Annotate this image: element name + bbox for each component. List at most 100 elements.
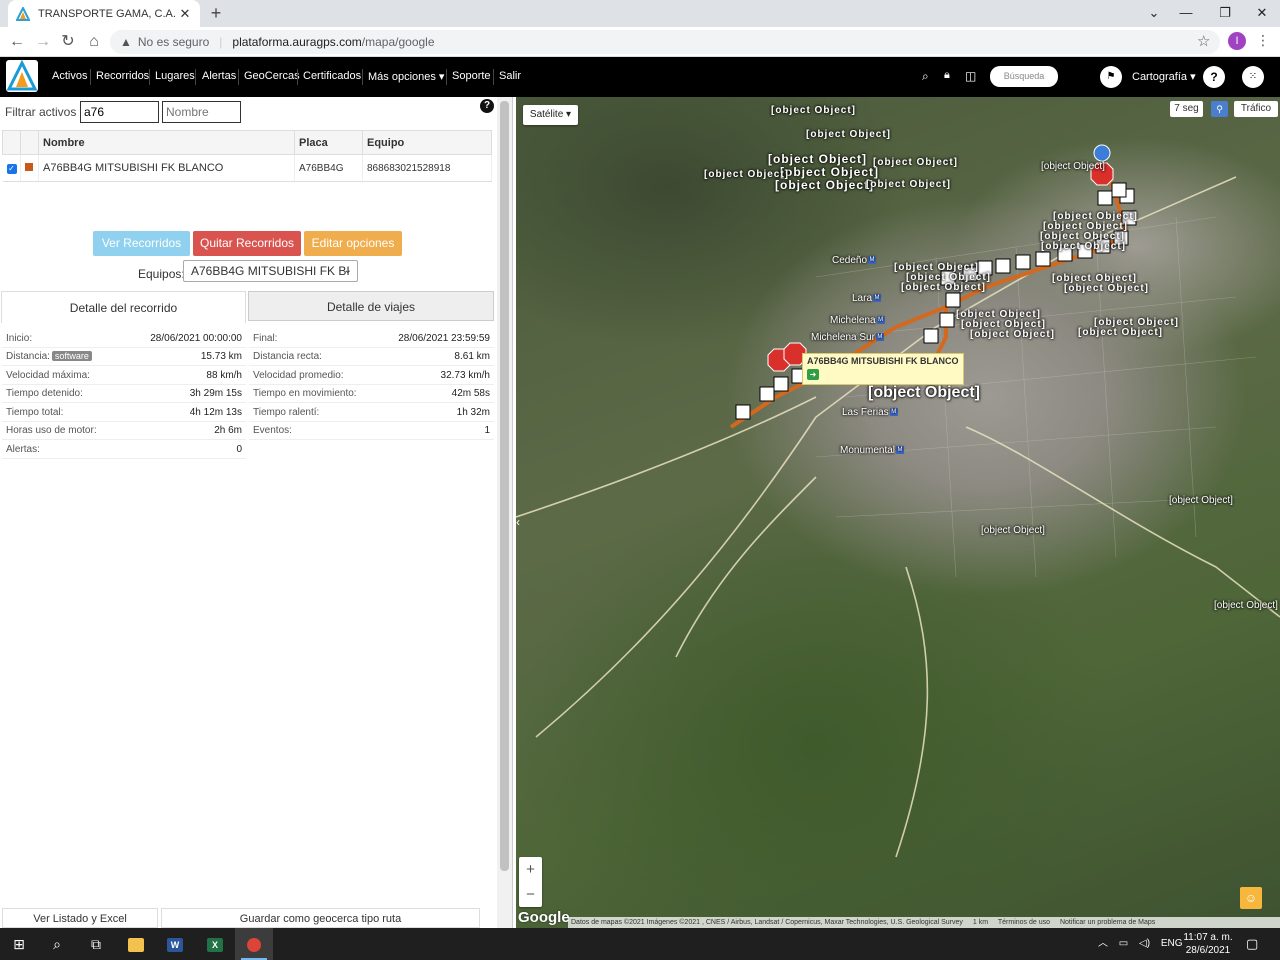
task-view-icon[interactable]: ⧉ — [77, 928, 115, 960]
metro-station: Lara M — [852, 293, 882, 304]
ver-listado-excel-button[interactable]: Ver Listado y Excel — [2, 908, 158, 928]
lock-icon[interactable]: 🔒︎ — [944, 69, 950, 82]
zoom-out-button[interactable]: − — [519, 882, 542, 907]
metro-station: Michelena M — [830, 315, 885, 326]
filter-name-input[interactable] — [162, 101, 241, 123]
guardar-geocerca-button[interactable]: Guardar como geocerca tipo ruta — [161, 908, 480, 928]
map-type-dropdown[interactable]: Satélite ▾ — [523, 105, 578, 125]
nav-lugares[interactable]: Lugares — [155, 70, 195, 82]
nav-salir[interactable]: Salir — [499, 70, 521, 82]
nav-soporte[interactable]: Soporte — [452, 70, 491, 82]
excel-icon[interactable]: X — [196, 928, 234, 960]
stat-final: Final: 28/06/2021 23:59:59 — [249, 330, 494, 348]
tab-title: TRANSPORTE GAMA, C.A. - Siste — [38, 7, 178, 20]
file-explorer-icon[interactable] — [117, 928, 155, 960]
scrollbar-thumb[interactable] — [500, 101, 509, 871]
tab-search-icon[interactable]: ⌄ — [1136, 0, 1172, 27]
help-icon[interactable]: ? — [1203, 66, 1225, 88]
nav-certificados[interactable]: Certificados — [303, 70, 361, 82]
table-row[interactable]: ✓ A76BB4G MITSUBISHI FK BLANCO A76BB4G 8… — [2, 154, 492, 182]
tab-close-icon[interactable]: ✕ — [178, 6, 192, 22]
help-icon[interactable]: ? — [480, 99, 494, 113]
back-arrow-icon[interactable]: ← — [7, 32, 27, 52]
word-icon[interactable]: W — [156, 928, 194, 960]
close-window-button[interactable]: ✕ — [1244, 0, 1280, 27]
address-bar[interactable]: ▲ No es seguro | plataforma.auragps.com /… — [110, 30, 1220, 54]
quitar-recorridos-button[interactable]: Quitar Recorridos — [193, 231, 301, 256]
language-indicator[interactable]: ENG — [1161, 938, 1183, 949]
search-icon[interactable]: ⌕ — [922, 69, 929, 84]
software-badge: software — [51, 351, 92, 361]
place-label: [object Object] — [1064, 283, 1150, 294]
zoom-control: + − — [519, 857, 542, 907]
refresh-interval[interactable]: 7 seg — [1170, 101, 1203, 117]
metro-icon: M — [875, 333, 884, 342]
reload-icon[interactable]: ↻ — [58, 32, 78, 52]
apps-grid-icon[interactable]: ⁙ — [1242, 66, 1264, 88]
column-header-equipo[interactable]: Equipo — [362, 130, 492, 155]
place-label: [object Object] — [981, 525, 1045, 536]
place-label: [object Object] — [1041, 161, 1105, 172]
metro-icon: M — [896, 446, 905, 455]
column-header-placa[interactable]: Placa — [294, 130, 363, 155]
network-icon[interactable]: ▭ — [1119, 938, 1128, 949]
place-label: [object Object] — [704, 169, 790, 180]
nav-activos[interactable]: Activos — [52, 70, 87, 82]
browser-menu-icon[interactable]: ⋮ — [1256, 32, 1270, 49]
forward-arrow-icon[interactable]: → — [33, 32, 53, 52]
editar-opciones-button[interactable]: Editar opciones — [304, 231, 402, 256]
bookmark-star-icon[interactable]: ☆ — [1197, 32, 1210, 50]
security-status: No es seguro — [137, 35, 210, 49]
search-input[interactable]: Búsqueda — [990, 66, 1058, 87]
nav-recorridos[interactable]: Recorridos — [96, 70, 149, 82]
nav-geocercas[interactable]: GeoCercas — [244, 70, 300, 82]
new-tab-button[interactable]: + — [206, 3, 226, 23]
pin-icon[interactable]: ⚲ — [1211, 101, 1228, 117]
zoom-in-button[interactable]: + — [519, 857, 542, 882]
browser-tab[interactable]: TRANSPORTE GAMA, C.A. - Siste ✕ — [8, 0, 200, 27]
taskbar-clock[interactable]: 11:07 a. m. 28/6/2021 — [1183, 931, 1233, 957]
street-view-pegman-icon[interactable]: ☺ — [1240, 887, 1262, 909]
place-label: [object Object] — [901, 282, 987, 293]
metro-station: Las Ferias M — [842, 407, 898, 418]
home-icon[interactable]: ⌂ — [84, 32, 104, 52]
browser-toolbar: ← → ↻ ⌂ ▲ No es seguro | plataforma.aura… — [0, 27, 1280, 57]
nav-mas-opciones[interactable]: Más opciones ▾ — [368, 70, 444, 83]
volume-icon[interactable]: ◁) — [1139, 938, 1150, 949]
restore-window-button[interactable]: ❐ — [1207, 0, 1243, 27]
url-host: plataforma.auragps.com — [232, 35, 362, 49]
metro-station: Monumental M — [840, 445, 905, 456]
nav-alertas[interactable]: Alertas — [202, 70, 236, 82]
profile-avatar[interactable]: I — [1228, 32, 1246, 50]
metro-station: Michelena Sur M — [811, 332, 884, 343]
taskbar-search-icon[interactable]: ⌕ — [38, 928, 76, 960]
ver-recorridos-button[interactable]: Ver Recorridos — [93, 231, 190, 256]
vehicle-marker-label[interactable]: A76BB4G MITSUBISHI FK BLANCO ➜ — [802, 353, 964, 385]
column-header-nombre[interactable]: Nombre — [38, 130, 295, 155]
cell-placa: A76BB4G — [294, 154, 363, 182]
place-label: [object Object] — [768, 152, 868, 166]
minimize-window-button[interactable]: — — [1168, 0, 1204, 27]
tab-detalle-viajes[interactable]: Detalle de viajes — [248, 291, 494, 321]
row-checkbox[interactable]: ✓ — [6, 164, 17, 174]
terms-link[interactable]: Términos de uso — [998, 919, 1050, 926]
report-problem-link[interactable]: Notificar un problema de Maps — [1060, 919, 1155, 926]
vehicle-icon: ➜ — [807, 369, 819, 380]
cartografia-dropdown[interactable]: Cartografía ▾ — [1132, 70, 1196, 83]
stat-tiempo-ralenti: Tiempo ralentí: 1h 32m — [249, 404, 494, 422]
flag-icon[interactable]: ⚑ — [1100, 66, 1122, 88]
chrome-icon[interactable] — [235, 928, 273, 960]
chevron-up-icon[interactable]: ︿ — [1098, 938, 1108, 949]
aura-logo[interactable] — [6, 59, 38, 92]
notification-icon[interactable]: ▢ — [1246, 936, 1258, 952]
filter-asset-input[interactable] — [80, 101, 159, 123]
equipos-select[interactable]: A76BB4G MITSUBISHI FK BI ⌄ — [183, 260, 358, 282]
collapse-panel-icon[interactable]: ‹ — [516, 515, 526, 535]
place-label: [object Object] — [1041, 241, 1127, 252]
tab-detalle-recorrido[interactable]: Detalle del recorrido — [1, 291, 246, 323]
traffic-toggle[interactable]: Tráfico — [1234, 101, 1278, 117]
columns-icon[interactable]: ◫ — [965, 69, 976, 83]
windows-start-icon[interactable]: ⊞ — [0, 928, 38, 960]
panel-scrollbar[interactable] — [497, 97, 512, 928]
map-view[interactable]: [object Object] [object Object] [object … — [516, 97, 1280, 928]
